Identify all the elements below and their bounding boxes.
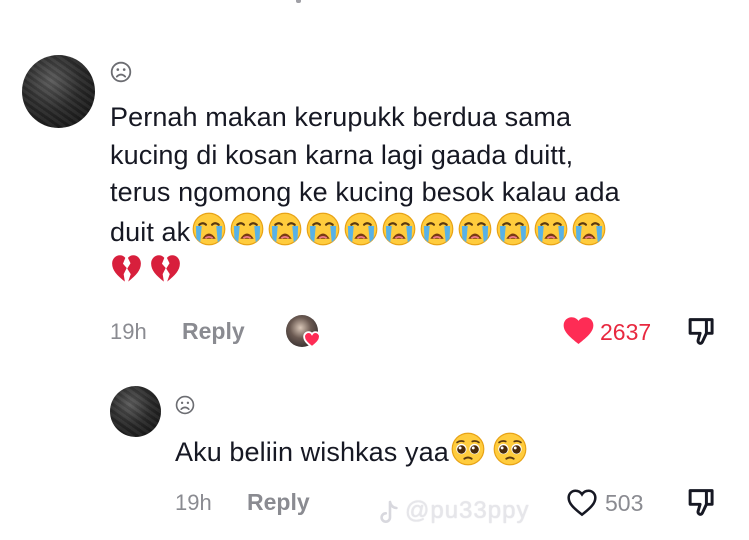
broken-heart-icon xyxy=(151,255,180,282)
comment-line-1: Pernah makan kerupukk berdua sama xyxy=(110,102,572,132)
thumbs-down-icon[interactable] xyxy=(686,487,717,518)
reply-time: 19h xyxy=(175,490,212,515)
creator-heart-icon xyxy=(303,331,321,348)
crying-face-icon xyxy=(382,212,416,245)
reply-like-count: 503 xyxy=(605,490,644,516)
crying-face-icon xyxy=(230,212,264,245)
watermark-username: @pu33ppy xyxy=(405,497,530,524)
pleading-face-icon xyxy=(493,432,527,466)
crying-face-icon xyxy=(534,212,568,245)
heart-icon[interactable] xyxy=(562,316,595,345)
tiktok-logo-icon xyxy=(380,500,398,523)
thumbs-down-icon[interactable] xyxy=(686,316,717,347)
commenter-avatar[interactable] xyxy=(22,55,95,128)
crying-face-icon xyxy=(344,212,378,245)
sad-face-icon xyxy=(110,61,132,83)
comment-line-2: kucing di kosan karna lagi gaada duitt, xyxy=(110,139,574,170)
crying-face-icon xyxy=(420,212,454,245)
crying-face-icon xyxy=(496,212,530,245)
pleading-emoji-row xyxy=(451,432,527,466)
heart-outline-icon[interactable] xyxy=(566,488,598,517)
crying-face-icon xyxy=(572,212,606,245)
comment-time: 19h xyxy=(110,319,147,344)
comment-text: Pernah makan kerupukk berdua sama kucing… xyxy=(110,99,740,291)
comment-line-3: terus ngomong ke kucing besok kalau ada xyxy=(110,177,620,207)
reply-text-content: Aku beliin wishkas yaa xyxy=(175,437,449,467)
sad-face-icon xyxy=(175,395,195,415)
scroll-indicator xyxy=(296,0,301,3)
reply-text: Aku beliin wishkas yaa xyxy=(175,432,735,472)
crying-face-icon xyxy=(458,212,492,245)
comment-line-4: duit ak xyxy=(110,216,191,247)
replier-avatar[interactable] xyxy=(110,386,161,437)
reply-reply-button[interactable]: Reply xyxy=(247,489,310,516)
comment-like-count: 2637 xyxy=(600,319,652,345)
crying-face-icon xyxy=(192,212,226,245)
crying-emoji-row xyxy=(192,212,606,246)
broken-heart-icon xyxy=(112,255,141,282)
pleading-face-icon xyxy=(451,432,485,466)
crying-face-icon xyxy=(268,212,302,245)
broken-heart-emoji-row xyxy=(110,251,182,284)
comment-reply-button[interactable]: Reply xyxy=(182,318,245,345)
crying-face-icon xyxy=(306,212,340,245)
